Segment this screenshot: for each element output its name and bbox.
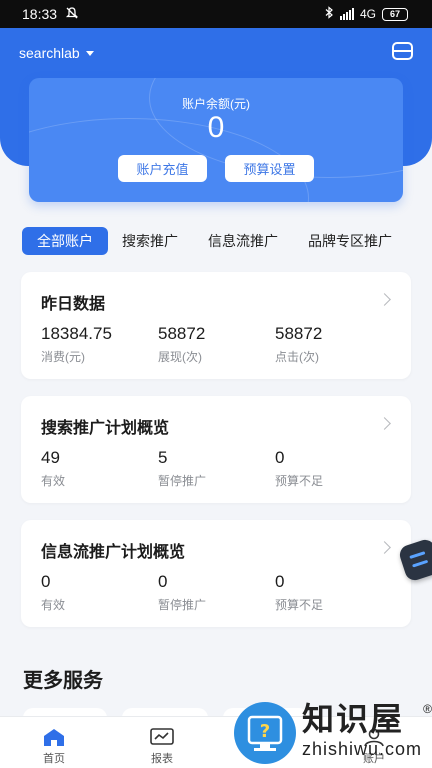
account-type-tabs: 全部账户 搜索推广 信息流推广 品牌专区推广 <box>22 226 432 256</box>
metric-label: 暂停推广 <box>158 474 207 488</box>
more-services-title: 更多服务 <box>23 670 103 692</box>
metric-budget-low: 0 预算不足 <box>275 448 323 489</box>
battery-level: 67 <box>389 9 400 19</box>
mute-bell-icon <box>65 6 79 23</box>
balance-value: 0 <box>207 111 225 144</box>
tabbar-label: 首页 <box>43 753 65 765</box>
metric-clicks: 58872 点击(次) <box>275 324 322 365</box>
tab-search-promotion[interactable]: 搜索推广 <box>122 227 178 255</box>
chevron-right-icon <box>378 541 391 554</box>
metric-value: 49 <box>41 448 60 467</box>
tabbar-label: 报表 <box>151 753 173 765</box>
card-title: 昨日数据 <box>41 296 106 313</box>
metric-value: 0 <box>158 572 168 591</box>
metric-value: 58872 <box>158 324 206 343</box>
metric-label: 有效 <box>41 474 66 488</box>
feed-plan-overview-card[interactable]: 信息流推广计划概览 0 有效 0 暂停推广 0 预算不足 <box>21 520 411 627</box>
balance-card: 账户余额(元) 0 账户充值 预算设置 <box>29 78 403 202</box>
metric-paused: 0 暂停推广 <box>158 572 206 613</box>
watermark-cn: 知识屋 <box>302 701 405 737</box>
bluetooth-icon <box>325 6 334 22</box>
watermark-logo: ? <box>234 702 296 764</box>
balance-label: 账户余额(元) <box>182 97 250 111</box>
metric-value: 0 <box>275 572 285 591</box>
metric-value: 18384.75 <box>41 324 112 343</box>
status-bar: 18:33 4G 67 <box>0 0 432 28</box>
tab-feed-promotion[interactable]: 信息流推广 <box>208 227 278 255</box>
chart-icon <box>150 728 174 745</box>
caret-down-icon <box>85 50 94 56</box>
tabbar-home[interactable]: 首页 <box>24 727 84 766</box>
status-time: 18:33 <box>22 6 58 22</box>
tab-brand-zone[interactable]: 品牌专区推广 <box>308 227 392 255</box>
metric-budget-low: 0 预算不足 <box>275 572 323 613</box>
metric-label: 预算不足 <box>275 474 324 488</box>
metric-label: 有效 <box>41 598 66 612</box>
account-name: searchlab <box>19 45 80 61</box>
chevron-right-icon <box>378 417 391 430</box>
watermark-text: 知识屋 zhishiwu.com ® <box>302 700 432 760</box>
metric-paused: 5 暂停推广 <box>158 448 206 489</box>
metric-spend: 18384.75 消费(元) <box>41 324 112 365</box>
metric-value: 58872 <box>275 324 323 343</box>
metric-label: 点击(次) <box>275 350 319 364</box>
account-selector[interactable]: searchlab <box>19 45 94 61</box>
recharge-button[interactable]: 账户充值 <box>118 155 207 182</box>
chevron-right-icon <box>378 293 391 306</box>
budget-settings-button[interactable]: 预算设置 <box>225 155 314 182</box>
watermark-badge-glyph: ? <box>260 721 270 742</box>
card-title: 信息流推广计划概览 <box>41 544 186 561</box>
network-type: 4G <box>359 7 376 21</box>
home-icon <box>44 729 64 746</box>
metric-label: 暂停推广 <box>158 598 207 612</box>
tab-all-accounts[interactable]: 全部账户 <box>22 227 108 255</box>
registered-mark: ® <box>423 702 432 716</box>
menu-icon[interactable] <box>392 42 413 60</box>
metric-active: 0 有效 <box>41 572 65 613</box>
metric-impressions: 58872 展现(次) <box>158 324 205 365</box>
yesterday-data-card[interactable]: 昨日数据 18384.75 消费(元) 58872 展现(次) 58872 点击… <box>21 272 411 379</box>
search-plan-overview-card[interactable]: 搜索推广计划概览 49 有效 5 暂停推广 0 预算不足 <box>21 396 411 503</box>
metric-label: 展现(次) <box>158 350 202 364</box>
card-title: 搜索推广计划概览 <box>41 420 170 437</box>
metric-active: 49 有效 <box>41 448 65 489</box>
metric-value: 5 <box>158 448 168 467</box>
metric-value: 0 <box>275 448 285 467</box>
watermark-en: zhishiwu.com <box>302 739 423 759</box>
metric-label: 消费(元) <box>41 350 85 364</box>
battery-icon: 67 <box>382 7 408 21</box>
metric-label: 预算不足 <box>275 598 324 612</box>
tabbar-report[interactable]: 报表 <box>132 727 192 766</box>
signal-icon <box>339 8 354 20</box>
monitor-question-icon: ? <box>247 715 283 751</box>
metric-value: 0 <box>41 572 51 591</box>
